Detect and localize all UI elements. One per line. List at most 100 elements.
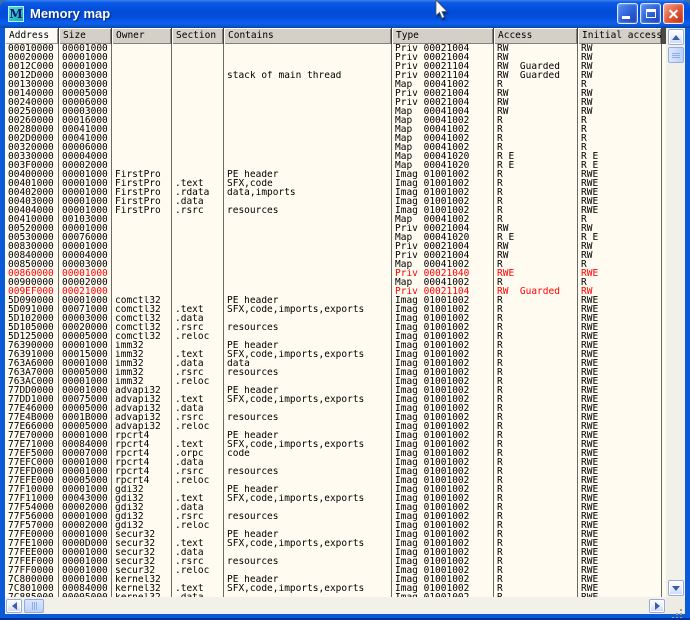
column-header-section[interactable]: Section [172,28,224,44]
table-row[interactable]: 77EFD00000001000rpcrt4.rsrcresourcesImag… [5,467,666,476]
table-row[interactable]: 77FE10000000D000secur32.textSFX,code,imp… [5,539,666,548]
table-row[interactable]: 5D12500000005000comctl32.relocImag 01001… [5,332,666,341]
table-row[interactable]: 0040100000001000FirstPro.textSFX,codeIma… [5,179,666,188]
table-row[interactable]: 0028000000041000Map 00041002RR [5,125,666,134]
table-row[interactable]: 5D10200000003000comctl32.dataImag 010010… [5,314,666,323]
up-arrow-icon [672,35,680,40]
table-row[interactable]: 0040200000001000FirstPro.rdatadata,impor… [5,188,666,197]
cell: Imag 01001002 [392,404,494,413]
table-row[interactable]: 77F1100000043000gdi32.textSFX,code,impor… [5,494,666,503]
column-header-type[interactable]: Type [392,28,494,44]
table-row[interactable]: 77E4B0000001B000advapi32.rsrcresourcesIm… [5,413,666,422]
table-row[interactable]: 77F1000000001000gdi32PE headerImag 01001… [5,485,666,494]
table-row[interactable]: 77E7100000084000rpcrt4.textSFX,code,impo… [5,440,666,449]
cell: Imag 01001002 [392,332,494,341]
cell: R [494,503,578,512]
table-row[interactable]: 0026000000016000Map 00041002RR [5,116,666,125]
table-row[interactable]: 0052000000001000Priv 00021004RWRW [5,224,666,233]
resize-grip[interactable] [666,597,685,614]
table-row[interactable]: 0012C00000001000Priv 00021104RW GuardedR… [5,62,666,71]
table-row[interactable]: 7C80000000001000kernel32PE headerImag 01… [5,575,666,584]
column-header-contains[interactable]: Contains [224,28,392,44]
table-row[interactable]: 763A600000001000imm32.datadataImag 01001… [5,359,666,368]
table-row[interactable]: 0032000000006000Map 00041002RR [5,143,666,152]
table-row[interactable]: 5D09100000071000comctl32.textSFX,code,im… [5,305,666,314]
table-row[interactable]: 0040000000001000FirstProPE headerImag 01… [5,170,666,179]
table-row[interactable]: 77DD100000075000advapi32.textSFX,code,im… [5,395,666,404]
table-row[interactable]: 0001000000001000Priv 00021004RWRW [5,44,666,53]
table-row[interactable]: 003F000000002000Map 00041020R ER E [5,161,666,170]
window-icon[interactable]: M [8,6,24,22]
table-row[interactable]: 763A700000005000imm32.rsrcresourcesImag … [5,368,666,377]
table-row[interactable]: 77FF000000001000secur32.relocImag 010010… [5,566,666,575]
maximize-button[interactable] [640,3,661,24]
table-row[interactable]: 0040400000001000FirstPro.rsrcresourcesIm… [5,206,666,215]
table-row[interactable]: 7639100000015000imm32.textSFX,code,impor… [5,350,666,359]
table-row[interactable]: 5D10500000020000comctl32.rsrcresourcesIm… [5,323,666,332]
scroll-up-button[interactable] [668,29,684,45]
table-row[interactable]: 0013000000003000Map 00041002RR [5,80,666,89]
column-header-address[interactable]: Address [5,28,59,44]
table-row[interactable]: 0012D00000003000stack of main threadPriv… [5,71,666,80]
table-row[interactable]: 77EFE00000005000rpcrt4.relocImag 0100100… [5,476,666,485]
cell: 00002000 [59,278,112,287]
column-header-initial-access[interactable]: Initial access [578,28,662,44]
table-row[interactable]: 0083000000001000Priv 00021004RWRW [5,242,666,251]
table-row[interactable]: 002D000000041000Map 00041002RR [5,134,666,143]
table-row[interactable]: 77EFC00000001000rpcrt4.dataImag 01001002… [5,458,666,467]
table-row[interactable]: 77E4600000005000advapi32.dataImag 010010… [5,404,666,413]
table-row[interactable]: 0040300000001000FirstPro.dataImag 010010… [5,197,666,206]
cell: RW [494,242,578,251]
scroll-down-button[interactable] [668,580,684,596]
table-row[interactable]: 77EF500000007000rpcrt4.orpccodeImag 0100… [5,449,666,458]
cell: 77E71000 [5,440,59,449]
scroll-right-button[interactable] [649,599,665,613]
cell: R [494,566,578,575]
horizontal-scrollbar-thumb[interactable] [24,599,44,613]
column-header-owner[interactable]: Owner [112,28,172,44]
cell: imm32 [112,368,172,377]
table-row[interactable]: 77DD000000001000advapi32PE headerImag 01… [5,386,666,395]
table-row[interactable]: 0002000000001000Priv 00021004RWRW [5,53,666,62]
column-header-row: AddressSizeOwnerSectionContainsTypeAcces… [5,28,666,44]
table-row[interactable]: 0085000000003000Map 00041002RR [5,260,666,269]
cell: .rsrc [172,557,224,566]
table-row[interactable]: 77FEF00000001000secur32.rsrcresourcesIma… [5,557,666,566]
table-row[interactable]: 7639000000001000imm32PE headerImag 01001… [5,341,666,350]
table-row[interactable]: 77E6600000005000advapi32.relocImag 01001… [5,422,666,431]
table-row[interactable]: 0084000000004000Priv 00021004RWRW [5,251,666,260]
table-row[interactable]: 77FEE00000001000secur32.dataImag 0100100… [5,548,666,557]
table-row[interactable]: 0024000000006000Priv 00021004RWRW [5,98,666,107]
table-row[interactable]: 5D09000000001000comctl32PE headerImag 01… [5,296,666,305]
table-row[interactable]: 0014000000005000Priv 00021004RWRW [5,89,666,98]
close-button[interactable] [663,3,684,24]
table-row[interactable]: 0033000000004000Map 00041020R ER E [5,152,666,161]
table-row[interactable]: 7C80100000084000kernel32.textSFX,code,im… [5,584,666,593]
vertical-scrollbar[interactable] [666,28,685,597]
title-bar[interactable]: M Memory map [0,0,690,28]
horizontal-scrollbar[interactable] [5,597,666,614]
table-row[interactable]: 0041000000103000Map 00041002RR [5,215,666,224]
vertical-scrollbar-thumb[interactable] [668,47,684,63]
scroll-left-button[interactable] [6,599,22,613]
table-row[interactable]: 77F5400000002000gdi32.dataImag 01001002R… [5,503,666,512]
cell: Imag 01001002 [392,341,494,350]
table-row[interactable]: 77FE000000001000secur32PE headerImag 010… [5,530,666,539]
table-row[interactable]: 77E7000000001000rpcrt4PE headerImag 0100… [5,431,666,440]
table-row[interactable]: 77F5600000001000gdi32.rsrcresourcesImag … [5,512,666,521]
table-row[interactable]: 0090000000002000Map 00041002RR [5,278,666,287]
cell: .orpc [172,449,224,458]
table-row[interactable]: 0086000000001000Priv 00021040RWERWE [5,269,666,278]
cell: 00005000 [59,404,112,413]
column-header-access[interactable]: Access [494,28,578,44]
table-row[interactable]: 009EF00000021000Priv 00021104RW GuardedR… [5,287,666,296]
table-row[interactable]: 77F5700000002000gdi32.relocImag 01001002… [5,521,666,530]
cell: 00320000 [5,143,59,152]
table-row[interactable]: 0053000000076000Map 00041020R ER E [5,233,666,242]
minimize-button[interactable] [617,3,638,24]
column-header-size[interactable]: Size [59,28,112,44]
table-row[interactable]: 0025000000003000Map 00041004RWRW [5,107,666,116]
cell: 00400000 [5,170,59,179]
cell: RWE [578,530,662,539]
table-row[interactable]: 763AC00000001000imm32.relocImag 01001002… [5,377,666,386]
